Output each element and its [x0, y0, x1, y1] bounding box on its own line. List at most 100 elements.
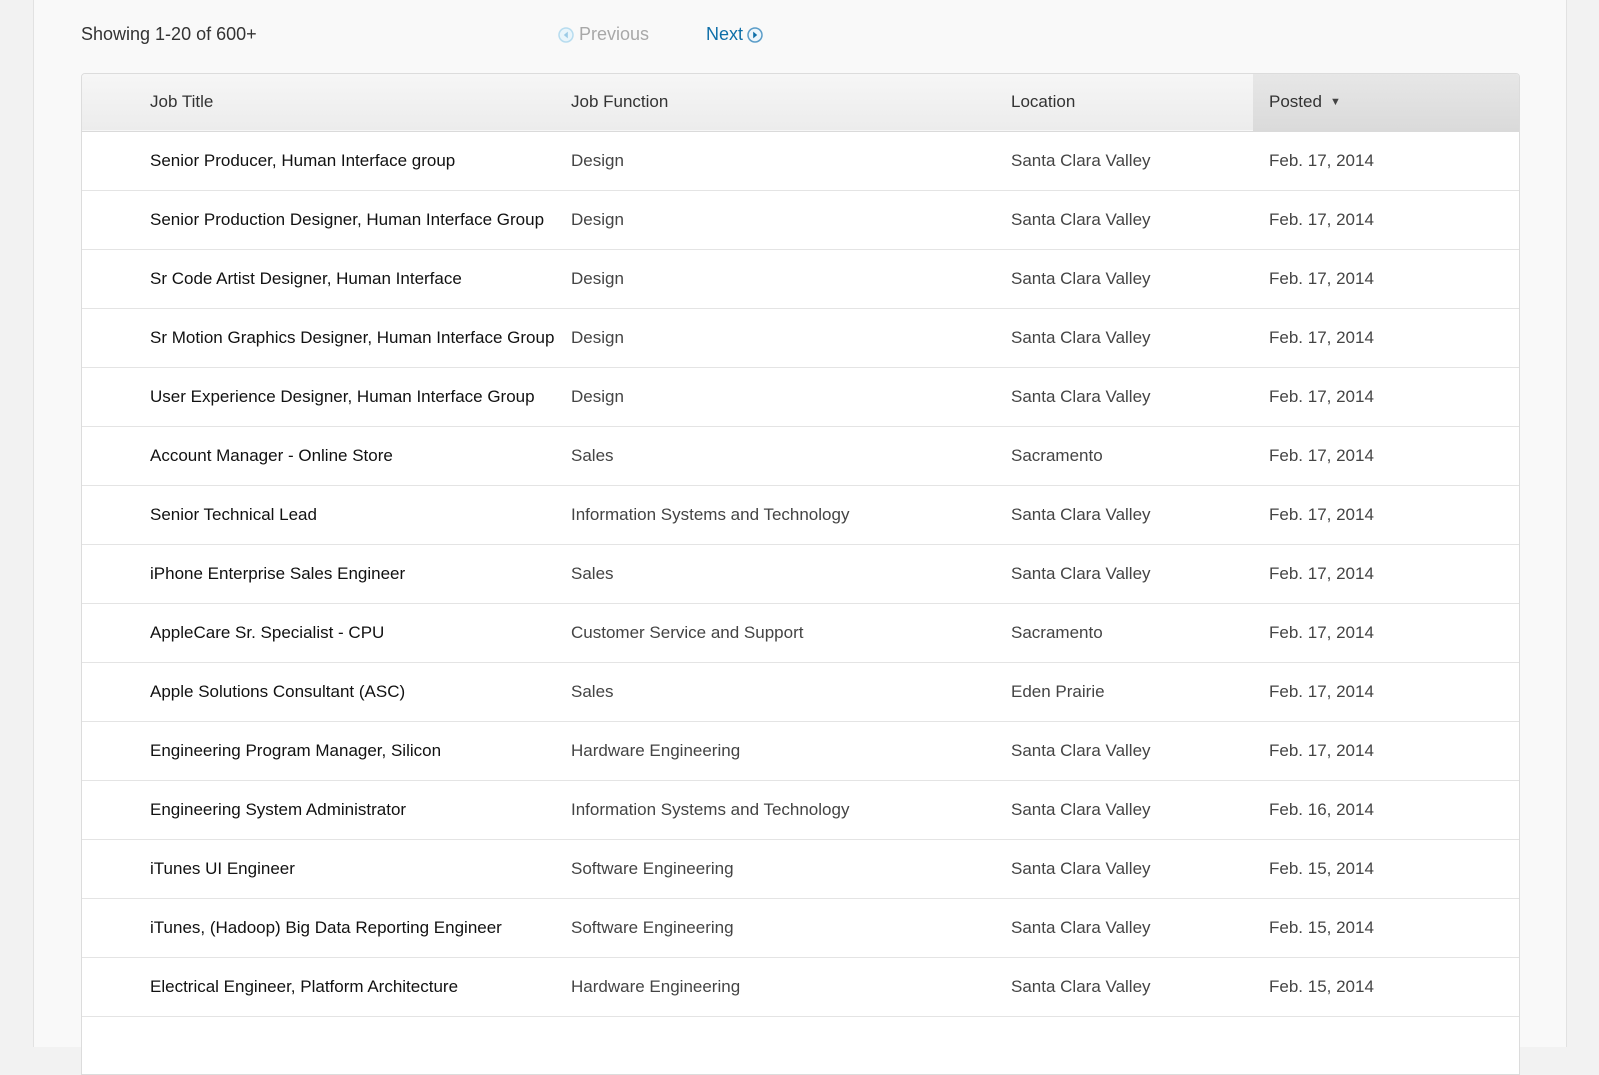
table-cell: Santa Clara Valley	[1011, 544, 1253, 603]
job-function-cell: Software Engineering	[571, 917, 734, 937]
table-cell: Feb. 17, 2014	[1253, 662, 1519, 721]
table-cell: Information Systems and Technology	[571, 780, 1011, 839]
previous-button[interactable]: Previous	[558, 24, 649, 45]
table-cell: Sales	[571, 544, 1011, 603]
jobs-table: Job Title Job Function Location Posted ▼ …	[81, 73, 1520, 1075]
table-cell: Sr Motion Graphics Designer, Human Inter…	[82, 308, 571, 367]
column-header-job-function[interactable]: Job Function	[571, 74, 1011, 131]
table-row[interactable]: iTunes, (Hadoop) Big Data Reporting Engi…	[82, 898, 1519, 957]
posted-header-label: Posted	[1269, 92, 1322, 112]
table-cell: Sr Code Artist Designer, Human Interface	[82, 249, 571, 308]
table-cell: Feb. 17, 2014	[1253, 249, 1519, 308]
table-cell: Software Engineering	[571, 898, 1011, 957]
circle-right-arrow-icon	[747, 26, 763, 43]
table-row[interactable]: Senior Producer, Human Interface group De…	[82, 131, 1519, 190]
table-cell: Hardware Engineering	[571, 721, 1011, 780]
job-title-link[interactable]: Sr Code Artist Designer, Human Interface	[150, 269, 462, 288]
table-row[interactable]: Senior Technical Lead Information Systems…	[82, 485, 1519, 544]
job-function-cell: Information Systems and Technology	[571, 504, 850, 524]
table-row[interactable]: iPhone Enterprise Sales Engineer Sales San…	[82, 544, 1519, 603]
table-row[interactable]: Engineering Program Manager, Silicon Hard…	[82, 721, 1519, 780]
job-title-link[interactable]: Engineering Program Manager, Silicon	[150, 741, 441, 760]
job-title-link[interactable]: Engineering System Administrator	[150, 800, 406, 819]
location-cell: Santa Clara Valley	[1011, 858, 1151, 878]
table-cell: Santa Clara Valley	[1011, 308, 1253, 367]
table-cell: Senior Production Designer, Human Interf…	[82, 190, 571, 249]
table-cell: Senior Technical Lead	[82, 485, 571, 544]
table-cell: Hardware Engineering	[571, 957, 1011, 1016]
job-title-link[interactable]: iTunes UI Engineer	[150, 859, 295, 878]
table-cell: Information Systems and Technology	[571, 485, 1011, 544]
table-cell: Feb. 15, 2014	[1253, 839, 1519, 898]
job-function-cell: Hardware Engineering	[571, 976, 741, 996]
table-cell: Santa Clara Valley	[1011, 190, 1253, 249]
table-row[interactable]: iTunes UI Engineer Software Engineering Sa…	[82, 839, 1519, 898]
table-cell: Apple Solutions Consultant (ASC)	[82, 662, 571, 721]
table-cell: Santa Clara Valley	[1011, 721, 1253, 780]
table-cell: Feb. 17, 2014	[1253, 485, 1519, 544]
table-row[interactable]: Engineering System Administrator Informat…	[82, 780, 1519, 839]
job-title-link[interactable]: Apple Solutions Consultant (ASC)	[150, 682, 405, 701]
posted-date-cell: Feb. 17, 2014	[1269, 327, 1374, 347]
column-header-posted[interactable]: Posted ▼	[1253, 74, 1519, 131]
table-row[interactable]: AppleCare Sr. Specialist - CPU Customer S…	[82, 603, 1519, 662]
location-cell: Eden Prairie	[1011, 681, 1105, 701]
posted-date-cell: Feb. 17, 2014	[1269, 681, 1374, 701]
table-row[interactable]: Apple Solutions Consultant (ASC) Sales Ede…	[82, 662, 1519, 721]
table-cell: Engineering Program Manager, Silicon	[82, 721, 571, 780]
next-button[interactable]: Next	[706, 24, 763, 45]
posted-date-cell: Feb. 16, 2014	[1269, 799, 1374, 819]
table-cell: Santa Clara Valley	[1011, 131, 1253, 190]
location-cell: Sacramento	[1011, 445, 1103, 465]
table-row[interactable]: Account Manager - Online Store Sales Sacra…	[82, 426, 1519, 485]
location-cell: Santa Clara Valley	[1011, 917, 1151, 937]
job-title-link[interactable]: User Experience Designer, Human Interfac…	[150, 387, 535, 406]
job-function-cell: Design	[571, 209, 624, 229]
table-row[interactable]: Sr Code Artist Designer, Human Interface…	[82, 249, 1519, 308]
location-cell: Santa Clara Valley	[1011, 268, 1151, 288]
posted-date-cell: Feb. 17, 2014	[1269, 445, 1374, 465]
table-row[interactable]: Senior Production Designer, Human Interf…	[82, 190, 1519, 249]
posted-date-cell: Feb. 17, 2014	[1269, 504, 1374, 524]
job-title-link[interactable]: Senior Production Designer, Human Interf…	[150, 210, 544, 229]
job-title-link[interactable]: iTunes, (Hadoop) Big Data Reporting Engi…	[150, 918, 502, 937]
job-title-link[interactable]: Sr Motion Graphics Designer, Human Inter…	[150, 328, 554, 347]
job-title-link[interactable]: Senior Producer, Human Interface group	[150, 151, 455, 170]
table-cell: Feb. 15, 2014	[1253, 898, 1519, 957]
table-cell: Engineering System Administrator	[82, 780, 571, 839]
circle-left-arrow-icon	[558, 26, 574, 43]
table-cell: Sales	[571, 426, 1011, 485]
posted-date-cell: Feb. 17, 2014	[1269, 150, 1374, 170]
table-cell: Design	[571, 367, 1011, 426]
table-cell: iTunes, (Hadoop) Big Data Reporting Engi…	[82, 898, 571, 957]
posted-date-cell: Feb. 17, 2014	[1269, 209, 1374, 229]
table-row[interactable]: User Experience Designer, Human Interfac…	[82, 367, 1519, 426]
table-cell: Santa Clara Valley	[1011, 839, 1253, 898]
job-title-link[interactable]: Electrical Engineer, Platform Architectu…	[150, 977, 458, 996]
posted-date-cell: Feb. 17, 2014	[1269, 622, 1374, 642]
table-cell: Feb. 17, 2014	[1253, 426, 1519, 485]
table-header-row: Job Title Job Function Location Posted ▼	[82, 74, 1519, 131]
table-row[interactable]: Electrical Engineer, Platform Architectu…	[82, 957, 1519, 1016]
column-header-location[interactable]: Location	[1011, 74, 1253, 131]
job-title-link[interactable]: Account Manager - Online Store	[150, 446, 393, 465]
location-cell: Santa Clara Valley	[1011, 386, 1151, 406]
job-function-cell: Design	[571, 150, 624, 170]
table-cell: iTunes UI Engineer	[82, 839, 571, 898]
table-row[interactable]: Sr Motion Graphics Designer, Human Inter…	[82, 308, 1519, 367]
posted-date-cell: Feb. 15, 2014	[1269, 858, 1374, 878]
job-title-link[interactable]: Senior Technical Lead	[150, 505, 317, 524]
table-cell: Sales	[571, 662, 1011, 721]
posted-date-cell: Feb. 17, 2014	[1269, 740, 1374, 760]
job-title-link[interactable]: AppleCare Sr. Specialist - CPU	[150, 623, 384, 642]
sort-down-icon: ▼	[1329, 96, 1341, 109]
table-cell: Feb. 17, 2014	[1253, 131, 1519, 190]
table-cell: Santa Clara Valley	[1011, 957, 1253, 1016]
job-title-link[interactable]: iPhone Enterprise Sales Engineer	[150, 564, 405, 583]
job-function-cell: Software Engineering	[571, 858, 734, 878]
table-cell: User Experience Designer, Human Interfac…	[82, 367, 571, 426]
location-cell: Santa Clara Valley	[1011, 563, 1151, 583]
column-header-job-title[interactable]: Job Title	[82, 74, 571, 131]
table-cell: Santa Clara Valley	[1011, 367, 1253, 426]
table-cell: Design	[571, 308, 1011, 367]
